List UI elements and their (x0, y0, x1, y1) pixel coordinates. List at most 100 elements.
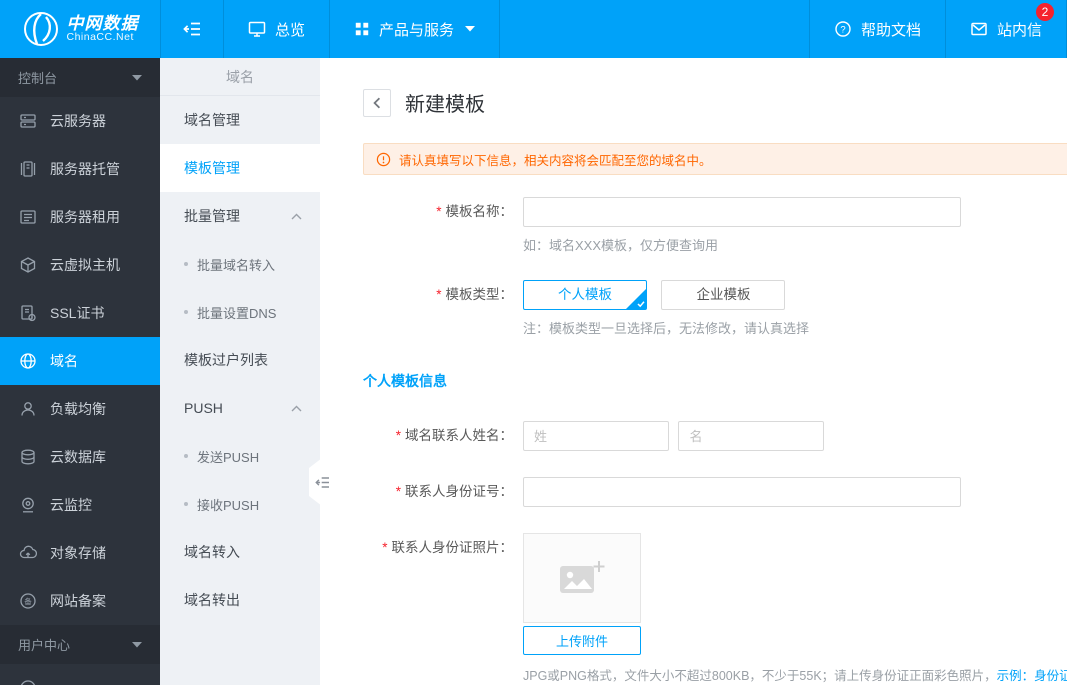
menu-fold-icon (315, 476, 330, 489)
sidebar-item-label: SSL证书 (50, 305, 105, 321)
sidebar-item-object-storage[interactable]: 对象存储 (0, 529, 160, 577)
brand-logo[interactable]: 中网数据 ChinaCC.Net (0, 0, 160, 58)
nav-products[interactable]: 产品与服务 (330, 0, 499, 58)
top-bar: 中网数据 ChinaCC.Net 总览 产品与服务 ? 帮助文档 站内信 2 (0, 0, 1067, 58)
svg-text:?: ? (840, 24, 845, 35)
id-number-input[interactable] (523, 477, 961, 507)
submenu-item-label: 接收PUSH (197, 497, 260, 513)
load-balancer-icon (19, 400, 37, 418)
submenu-item-label: 模板过户列表 (184, 352, 268, 368)
nav-overview-label: 总览 (275, 21, 306, 39)
sidebar-group-user-center[interactable]: 用户中心 (0, 625, 160, 664)
primary-sidebar: 控制台 云服务器 服务器托管 服务器租用 云虚拟主机 SSL证书 域名 负载均衡… (0, 58, 160, 685)
website-filing-icon: 备 (19, 592, 37, 610)
submenu-item-template-transfer-list[interactable]: 模板过户列表 (160, 336, 320, 384)
sidebar-item-ssl[interactable]: SSL证书 (0, 289, 160, 337)
page-title: 新建模板 (405, 94, 485, 116)
template-name-input[interactable] (523, 197, 961, 227)
submenu-item-template-management[interactable]: 模板管理 (160, 144, 320, 192)
sidebar-item-cloud-database[interactable]: 云数据库 (0, 433, 160, 481)
sidebar-item-partial[interactable] (0, 664, 160, 685)
first-name-input[interactable] (678, 421, 825, 451)
cloud-server-icon (19, 112, 37, 130)
nav-messages-label: 站内信 (996, 21, 1042, 39)
nav-messages[interactable]: 站内信 2 (946, 0, 1066, 58)
object-storage-icon (19, 544, 37, 562)
chevron-down-icon (132, 641, 142, 648)
sidebar-item-cloud-monitor[interactable]: 云监控 (0, 481, 160, 529)
sidebar-item-label: 云虚拟主机 (50, 257, 120, 273)
menu-fold-icon (183, 21, 201, 37)
chevron-up-icon (291, 405, 302, 412)
menu-fold-button[interactable] (161, 0, 223, 58)
id-photo-upload-area[interactable] (523, 533, 641, 623)
svg-text:备: 备 (24, 596, 32, 606)
console-group-label: 控制台 (18, 71, 58, 86)
submenu-item-receive-push[interactable]: 接收PUSH (160, 480, 320, 528)
chevron-up-icon (291, 213, 302, 220)
sidebar-item-label: 对象存储 (50, 545, 106, 561)
sidebar-item-virtual-host[interactable]: 云虚拟主机 (0, 241, 160, 289)
cloud-database-icon (19, 448, 37, 466)
ssl-certificate-icon (19, 304, 37, 322)
submenu-item-label: 域名转入 (184, 544, 240, 560)
submenu-item-label: 发送PUSH (197, 449, 260, 465)
sidebar-item-label: 云服务器 (50, 113, 106, 129)
submenu-item-batch-set-dns[interactable]: 批量设置DNS (160, 288, 320, 336)
user-center-group-label: 用户中心 (18, 638, 71, 653)
last-name-input[interactable] (523, 421, 669, 451)
sidebar-item-server-hosting[interactable]: 服务器托管 (0, 145, 160, 193)
brand-emblem-icon (22, 10, 60, 48)
id-photo-example-link[interactable]: 示例：身份证正面 (997, 669, 1067, 683)
submenu-item-label: PUSH (184, 400, 223, 416)
monitor-icon (248, 20, 266, 38)
submenu-item-batch-domain-transfer-in[interactable]: 批量域名转入 (160, 240, 320, 288)
submenu-group-push[interactable]: PUSH (160, 384, 320, 432)
submenu-item-label: 批量设置DNS (197, 305, 277, 321)
submenu-item-domain-management[interactable]: 域名管理 (160, 96, 320, 144)
id-photo-hint: JPG或PNG格式，文件大小不超过800KB，不少于55K；请上传身份证正面彩色… (523, 665, 1067, 684)
nav-help-label: 帮助文档 (860, 21, 921, 39)
id-photo-hint-text: JPG或PNG格式，文件大小不超过800KB，不少于55K；请上传身份证正面彩色… (523, 669, 997, 683)
upload-attachment-button[interactable]: 上传附件 (523, 626, 641, 655)
check-icon (637, 300, 645, 308)
sidebar-item-domain[interactable]: 域名 (0, 337, 160, 385)
notice-banner: 请认真填写以下信息，相关内容将会匹配至您的域名中。 (363, 143, 1067, 175)
server-rental-icon (19, 208, 37, 226)
submenu-item-domain-transfer-in[interactable]: 域名转入 (160, 528, 320, 576)
required-mark: * (436, 287, 442, 302)
main-content: 新建模板 请认真填写以下信息，相关内容将会匹配至您的域名中。 * 模板名称： 如：… (320, 58, 1067, 685)
template-type-enterprise-label: 企业模板 (696, 287, 751, 302)
sidebar-item-server-rental[interactable]: 服务器租用 (0, 193, 160, 241)
submenu-group-batch-management[interactable]: 批量管理 (160, 192, 320, 240)
sidebar-item-website-filing[interactable]: 备 网站备案 (0, 577, 160, 625)
submenu-item-label: 批量管理 (184, 208, 240, 224)
submenu-item-send-push[interactable]: 发送PUSH (160, 432, 320, 480)
nav-overview[interactable]: 总览 (224, 0, 329, 58)
template-type-personal-button[interactable]: 个人模板 (523, 280, 647, 310)
notice-text: 请认真填写以下信息，相关内容将会匹配至您的域名中。 (399, 153, 712, 168)
back-button[interactable] (363, 88, 391, 117)
nav-help-docs[interactable]: ? 帮助文档 (810, 0, 945, 58)
chevron-down-icon (465, 26, 476, 32)
sidebar-group-console[interactable]: 控制台 (0, 58, 160, 97)
warning-icon (376, 152, 391, 167)
sidebar-item-cloud-server[interactable]: 云服务器 (0, 97, 160, 145)
template-type-enterprise-button[interactable]: 企业模板 (661, 280, 786, 310)
brand-domain: ChinaCC.Net (66, 31, 134, 44)
required-mark: * (382, 540, 388, 555)
submenu-item-label: 批量域名转入 (197, 257, 276, 273)
domain-icon (19, 352, 37, 370)
submenu-collapse-handle[interactable] (309, 458, 336, 506)
sidebar-item-load-balancer[interactable]: 负载均衡 (0, 385, 160, 433)
submenu-item-label: 域名管理 (184, 112, 240, 128)
submenu-item-domain-transfer-out[interactable]: 域名转出 (160, 576, 320, 624)
sidebar-item-label: 网站备案 (50, 593, 106, 609)
submenu-item-label: 模板管理 (184, 160, 240, 176)
nav-products-label: 产品与服务 (379, 21, 455, 39)
image-placeholder-icon (558, 559, 606, 597)
grid-icon (354, 21, 370, 37)
help-icon: ? (834, 20, 852, 38)
page-layout: 控制台 云服务器 服务器托管 服务器租用 云虚拟主机 SSL证书 域名 负载均衡… (0, 58, 1067, 685)
